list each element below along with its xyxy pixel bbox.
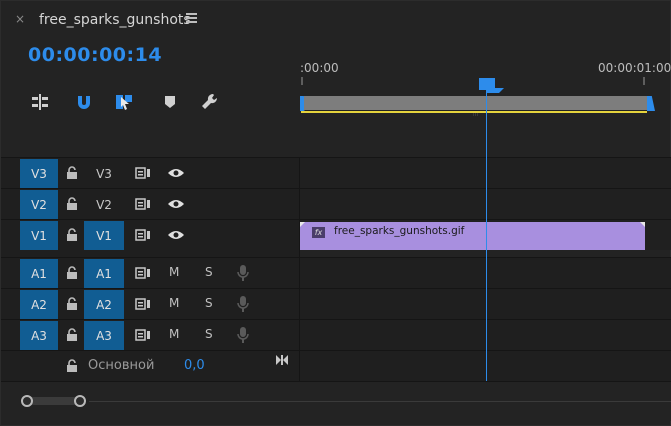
track-target-v2[interactable]: V2 [20,190,58,219]
timeline-settings-wrench-icon[interactable] [201,93,219,111]
eye-icon[interactable] [167,167,185,179]
track-row-a2: A2 A2 M S [1,288,671,319]
zoom-handle-left[interactable] [21,395,33,407]
track-row-v1: V1 V1 fx free_sparks_gunshots.gif [1,219,671,250]
track-row-v2: V2 V2 [1,188,671,219]
scrollbar-track-line [89,401,671,402]
add-marker-icon[interactable] [161,93,179,111]
clip-corner-right [640,222,645,227]
lock-icon[interactable] [66,359,78,373]
source-patch-v2[interactable]: V2 [84,190,124,219]
tab-close-button[interactable]: × [15,13,27,25]
ruler-start-label: :00:00 [300,61,339,75]
zoom-handle-right[interactable] [74,395,86,407]
track-target-a1[interactable]: A1 [20,259,58,288]
playhead-line[interactable] [486,89,487,393]
lock-icon[interactable] [66,228,78,242]
source-patch-a3[interactable]: A3 [84,321,124,350]
mute-button-a1[interactable]: M [169,265,179,279]
microphone-icon[interactable] [237,295,249,313]
lock-icon[interactable] [66,328,78,342]
sequence-tab-title[interactable]: free_sparks_gunshots [39,12,191,28]
sync-lock-icon[interactable] [135,166,151,180]
eye-icon[interactable] [167,229,185,241]
go-to-in-out-icon[interactable] [275,354,289,366]
playhead-timecode[interactable]: 00:00:00:14 [28,44,162,66]
playhead-tail [486,88,504,93]
linked-selection-icon[interactable] [115,93,133,111]
track-row-a1: A1 A1 M S [1,257,671,288]
source-patch-v3[interactable]: V3 [84,159,124,188]
lock-icon[interactable] [66,197,78,211]
mute-button-a3[interactable]: M [169,327,179,341]
ruler-end-label: 00:00:01:00 [598,61,671,75]
eye-icon[interactable] [167,198,185,210]
microphone-icon[interactable] [237,264,249,282]
microphone-icon[interactable] [237,326,249,344]
hamburger-menu-icon[interactable] [186,13,197,23]
master-track-row: Основной 0,0 [1,350,671,381]
track-row-v3: V3 V3 [1,157,671,188]
work-area-end-handle[interactable] [647,96,655,111]
clip-name: free_sparks_gunshots.gif [334,225,465,237]
sync-lock-icon[interactable] [135,197,151,211]
fx-badge-icon[interactable]: fx [312,227,325,238]
insert-edits-icon[interactable] [31,93,49,111]
clip-corner-left [300,222,305,227]
timeline-panel: × free_sparks_gunshots 00:00:00:14 :00:0… [0,0,671,426]
track-target-v1[interactable]: V1 [20,221,58,250]
source-patch-a1[interactable]: A1 [84,259,124,288]
sync-lock-icon[interactable] [135,266,151,280]
rendered-indicator-bar [301,111,647,113]
master-track-label: Основной [88,358,155,373]
sync-lock-icon[interactable] [135,297,151,311]
track-target-a2[interactable]: A2 [20,290,58,319]
sync-lock-icon[interactable] [135,328,151,342]
source-patch-v1[interactable]: V1 [84,221,124,250]
master-volume-value[interactable]: 0,0 [184,358,205,373]
source-patch-a2[interactable]: A2 [84,290,124,319]
lock-icon[interactable] [66,297,78,311]
lock-icon[interactable] [66,166,78,180]
lock-icon[interactable] [66,266,78,280]
track-row-a3: A3 A3 M S [1,319,671,350]
solo-button-a3[interactable]: S [205,327,213,341]
solo-button-a2[interactable]: S [205,296,213,310]
mute-button-a2[interactable]: M [169,296,179,310]
sync-lock-icon[interactable] [135,228,151,242]
track-target-a3[interactable]: A3 [20,321,58,350]
work-area-grip-icon [473,101,479,116]
clip-free-sparks-gunshots[interactable]: fx free_sparks_gunshots.gif [300,222,645,250]
header-lane-divider [299,157,300,381]
solo-button-a1[interactable]: S [205,265,213,279]
snap-magnet-icon[interactable] [75,93,93,111]
track-target-v3[interactable]: V3 [20,159,58,188]
